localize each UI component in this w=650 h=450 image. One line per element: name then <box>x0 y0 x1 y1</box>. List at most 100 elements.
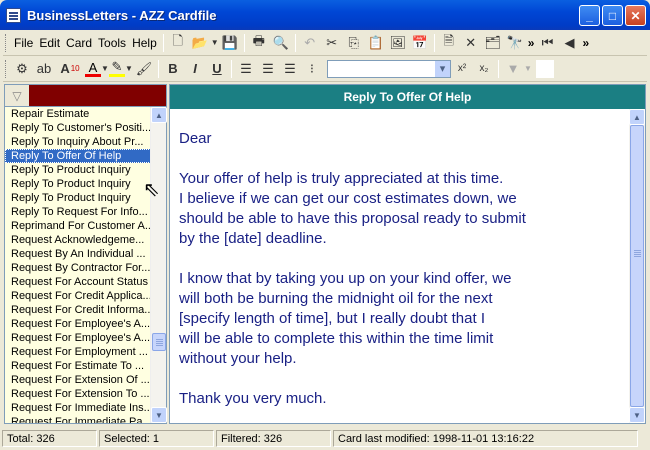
card-title: Reply To Offer Of Help <box>170 85 645 109</box>
toolbar-grip[interactable] <box>5 33 8 52</box>
menu-tools[interactable]: Tools <box>95 36 129 50</box>
card-list-item[interactable]: Request By An Individual ... <box>5 247 151 261</box>
color-box[interactable] <box>536 59 554 78</box>
new-card-icon[interactable]: 🗎 <box>438 33 460 53</box>
properties-icon[interactable]: 🗂 <box>482 33 504 53</box>
card-list-item[interactable]: Request For Employee's A... <box>5 331 151 345</box>
card-list-item[interactable]: Request For Immediate Pa... <box>5 415 151 423</box>
superscript-icon[interactable]: x² <box>451 59 473 79</box>
minimize-button[interactable]: _ <box>579 5 600 26</box>
font-icon[interactable]: A 10 <box>55 59 85 79</box>
card-list-item[interactable]: Request For Extension Of ... <box>5 373 151 387</box>
undo-icon[interactable]: ↶ <box>299 33 321 53</box>
align-left-icon[interactable]: ☰ <box>235 59 257 79</box>
card-list-item[interactable]: Reply To Product Inquiry <box>5 177 151 191</box>
scroll-up-button[interactable]: ▲ <box>629 109 645 125</box>
app-icon[interactable] <box>6 7 21 23</box>
card-list-item[interactable]: Reply To Request For Info... <box>5 205 151 219</box>
more-icon[interactable]: » <box>528 36 535 50</box>
more-icon[interactable]: » <box>582 36 589 50</box>
card-body-scrollbar[interactable]: ▲ ▼ <box>629 109 645 423</box>
card-list-item[interactable]: Request For Account Status <box>5 275 151 289</box>
first-card-icon[interactable]: ⏮ <box>536 33 558 53</box>
scroll-thumb[interactable] <box>152 333 166 351</box>
card-list-item[interactable]: Request For Credit Informa... <box>5 303 151 317</box>
card-list-item[interactable]: Request For Immediate Ins... <box>5 401 151 415</box>
filter-input[interactable] <box>29 85 166 106</box>
card-list-item[interactable]: Reply To Inquiry About Pr... <box>5 135 151 149</box>
chevron-down-icon[interactable]: ▼ <box>524 64 532 73</box>
card-list-item[interactable]: Repair Estimate <box>5 107 151 121</box>
card-list-item[interactable]: Request For Employment ... <box>5 345 151 359</box>
insert-picture-icon[interactable]: 🖼 <box>387 33 409 53</box>
card-list-item[interactable]: Reply To Offer Of Help <box>5 149 151 163</box>
delete-icon[interactable]: ✕ <box>460 33 482 53</box>
align-right-icon[interactable]: ☰ <box>279 59 301 79</box>
print-preview-icon[interactable]: 🔍 <box>270 33 292 53</box>
card-list-item[interactable]: Reply To Customer's Positi... <box>5 121 151 135</box>
print-icon[interactable]: 🖶 <box>248 33 270 53</box>
open-folder-icon[interactable]: 📂 <box>189 33 211 53</box>
card-list-item[interactable]: Request For Employee's A... <box>5 317 151 331</box>
separator <box>243 33 245 52</box>
card-list-item[interactable]: Request By Contractor For... <box>5 261 151 275</box>
toolbar-grip[interactable] <box>5 59 8 78</box>
new-icon[interactable]: 🗋 <box>167 33 189 53</box>
bold-icon[interactable]: B <box>162 59 184 79</box>
format-toolbar: ⚙ ab A10 A ▼ ✎ ▼ 🖌 B I U ☰ ☰ ☰ ⁝ x² x₂ ▼… <box>3 56 647 82</box>
card-list[interactable]: Repair Estimate Reply To Customer's Posit… <box>5 107 151 423</box>
card-list-scrollbar[interactable]: ▲ ▼ <box>150 107 167 423</box>
save-icon[interactable]: 💾 <box>219 33 241 53</box>
underline-icon[interactable]: U <box>206 59 228 79</box>
align-center-icon[interactable]: ☰ <box>257 59 279 79</box>
status-bar: Total: 326 Selected: 1 Filtered: 326 Car… <box>0 427 650 450</box>
card-list-item[interactable]: Reply To Product Inquiry <box>5 163 151 177</box>
menu-edit[interactable]: Edit <box>36 36 63 50</box>
card-list-item[interactable]: Reply To Product Inquiry <box>5 191 151 205</box>
format-icon[interactable]: ⚙ <box>11 59 33 79</box>
italic-icon[interactable]: I <box>184 59 206 79</box>
title-bar[interactable]: BusinessLetters - AZZ Cardfile _ □ ✕ <box>0 0 650 30</box>
filter-icon[interactable]: ▽ <box>5 85 29 106</box>
card-body[interactable]: Dear Your offer of help is truly appreci… <box>170 109 629 423</box>
status-modified: Card last modified: 1998-11-01 13:16:22 <box>333 430 638 447</box>
chevron-down-icon[interactable]: ▼ <box>101 64 109 73</box>
scroll-down-button[interactable]: ▼ <box>629 407 645 423</box>
maximize-button[interactable]: □ <box>602 5 623 26</box>
close-button[interactable]: ✕ <box>625 5 646 26</box>
format-painter-icon[interactable]: 🖌 <box>133 59 155 79</box>
mouse-cursor-icon: ⇖ <box>143 179 160 201</box>
menu-help[interactable]: Help <box>129 36 160 50</box>
card-list-item[interactable]: Request For Extension To ... <box>5 387 151 401</box>
insert-date-icon[interactable]: 📅 <box>409 33 431 53</box>
highlight-icon[interactable]: ✎ <box>109 59 125 77</box>
chevron-down-icon[interactable]: ▼ <box>125 64 133 73</box>
chevron-down-icon[interactable]: ▼ <box>211 38 219 47</box>
card-list-item[interactable]: Request For Credit Applica... <box>5 289 151 303</box>
card-list-item[interactable]: Request Acknowledgeme... <box>5 233 151 247</box>
chevron-down-icon[interactable]: ▼ <box>502 59 524 79</box>
scroll-thumb[interactable] <box>630 125 644 407</box>
scroll-down-button[interactable]: ▼ <box>151 407 167 423</box>
card-paragraph: Your offer of help is truly appreciated … <box>179 170 526 247</box>
style-select[interactable] <box>327 59 451 78</box>
spell-check-icon[interactable]: ab <box>33 59 55 79</box>
separator <box>158 59 159 78</box>
find-icon[interactable]: 🔭 <box>504 33 526 53</box>
card-list-item[interactable]: Reprimand For Customer A... <box>5 219 151 233</box>
bullets-icon[interactable]: ⁝ <box>301 59 323 79</box>
previous-card-icon[interactable]: ◀ <box>558 33 580 53</box>
menu-card[interactable]: Card <box>63 36 95 50</box>
paste-icon[interactable]: 📋 <box>365 33 387 53</box>
card-list-pane: ▽ Repair Estimate Reply To Customer's Pos… <box>4 84 167 424</box>
cut-icon[interactable]: ✂ <box>321 33 343 53</box>
status-selected: Selected: 1 <box>99 430 214 447</box>
card-list-item[interactable]: Request For Estimate To ... <box>5 359 151 373</box>
subscript-icon[interactable]: x₂ <box>473 59 495 79</box>
menu-file[interactable]: File <box>11 36 36 50</box>
font-color-icon[interactable]: A <box>85 60 101 77</box>
copy-icon[interactable]: ⎘ <box>343 33 365 53</box>
card-view-pane: Reply To Offer Of Help Dear Your offer o… <box>169 84 646 424</box>
main-toolbar: File Edit Card Tools Help 🗋 📂 ▼ 💾 🖶 🔍 ↶ … <box>3 30 647 56</box>
scroll-up-button[interactable]: ▲ <box>151 107 167 123</box>
